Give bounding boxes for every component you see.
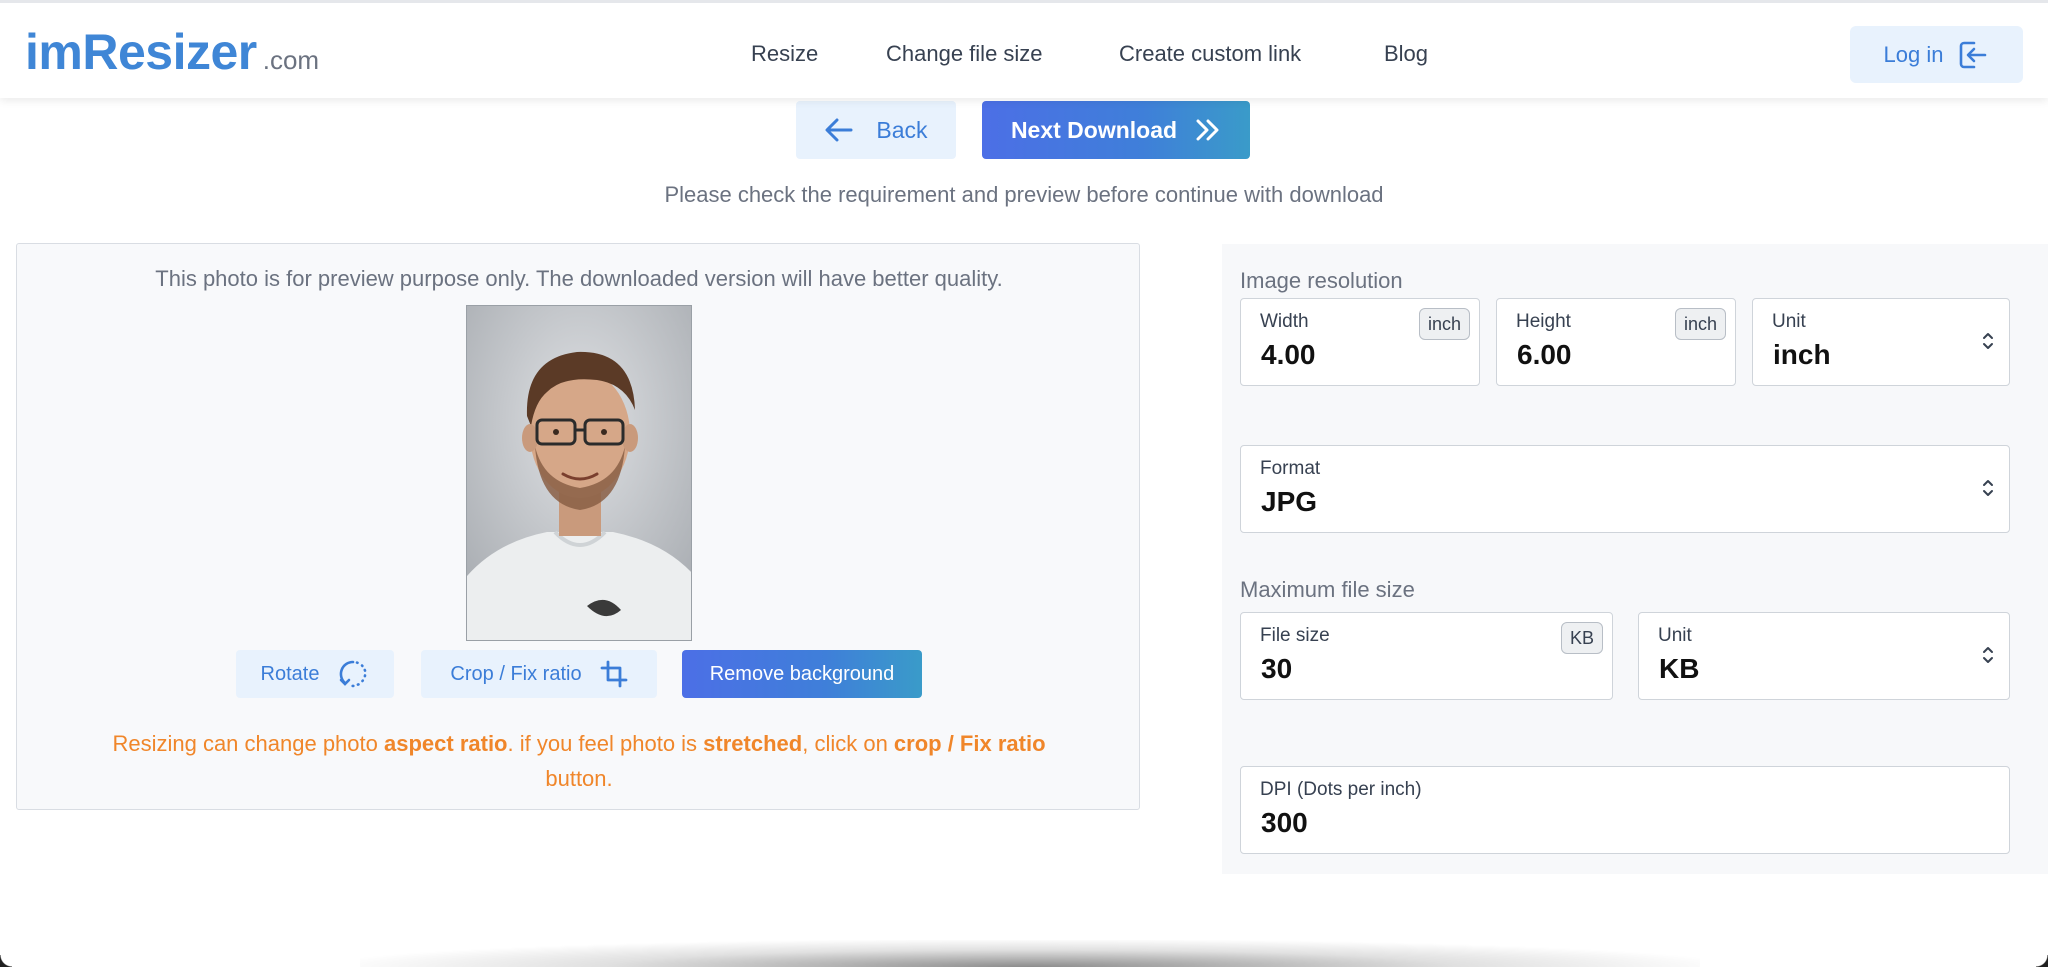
file-size-unit-badge: KB [1560,622,1603,654]
next-download-button[interactable]: Next Download [982,101,1250,159]
warning-text: Resizing can change photo [112,731,384,756]
window-corner-right [2036,955,2048,967]
resolution-unit-value: inch [1773,339,1831,370]
site-header: imResizer .com Resize Change file size Cr… [0,0,2048,98]
image-resolution-label: Image resolution [1240,268,1403,293]
width-label: Width [1260,311,1309,332]
width-value: 4.00 [1261,339,1316,370]
resolution-unit-select[interactable]: Unit inch [1752,298,2010,386]
file-size-unit-select[interactable]: Unit KB [1638,612,2010,700]
height-field[interactable]: Height 6.00 inch [1496,298,1736,386]
file-size-field[interactable]: File size 30 KB [1240,612,1613,700]
remove-background-button[interactable]: Remove background [682,650,922,698]
download-notice: Please check the requirement and preview… [664,182,1384,207]
nav-blog[interactable]: Blog [1384,41,1428,67]
double-chevron-right-icon [1196,119,1219,141]
dpi-field[interactable]: DPI (Dots per inch) 300 [1240,766,2010,854]
arrow-left-icon [825,118,853,142]
back-label: Back [876,116,928,143]
format-value: JPG [1261,486,1318,517]
format-select[interactable]: Format JPG [1240,445,2010,533]
select-updown-icon [1983,480,1993,496]
height-label: Height [1516,311,1571,332]
rotate-label: Rotate [260,662,320,685]
file-size-value: 30 [1261,653,1293,684]
back-button[interactable]: Back [796,101,956,159]
warning-text: button. [545,766,613,791]
warning-bold-aspect-ratio: aspect ratio [384,731,508,756]
photo-preview [466,305,692,641]
login-button[interactable]: Log in [1850,26,2023,83]
warning-bold-crop: crop / Fix ratio [893,731,1046,756]
height-value: 6.00 [1517,339,1572,370]
window-corner-left [0,955,12,967]
select-updown-icon [1983,333,1993,349]
nav-create-custom-link[interactable]: Create custom link [1119,41,1301,67]
window-shadow [360,940,1700,967]
warning-text: . if you feel photo is [507,731,704,756]
login-icon [1960,41,1987,68]
portrait-image [467,306,691,640]
rotate-icon [340,660,367,688]
format-label: Format [1260,458,1321,479]
rotate-button[interactable]: Rotate [236,650,394,698]
size-unit-label: Unit [1658,625,1692,646]
login-label: Log in [1883,41,1944,67]
crop-icon [600,660,627,688]
crop-label: Crop / Fix ratio [450,662,582,685]
width-unit-badge: inch [1418,308,1470,340]
next-download-label: Next Download [1010,116,1178,143]
photo-tools: Rotate Crop / Fix ratio Remove backgroun… [17,650,1141,698]
maximum-file-size-label: Maximum file size [1240,577,1415,602]
main-nav: Resize Change file size Create custom li… [0,41,2048,71]
file-size-label: File size [1260,625,1330,646]
dpi-label: DPI (Dots per inch) [1260,779,1422,800]
preview-note: This photo is for preview purpose only. … [155,266,1003,291]
nav-resize[interactable]: Resize [751,41,818,67]
dpi-value: 300 [1261,807,1308,838]
aspect-ratio-warning: Resizing can change photo aspect ratio. … [57,726,1101,796]
width-field[interactable]: Width 4.00 inch [1240,298,1480,386]
preview-panel: This photo is for preview purpose only. … [16,243,1140,810]
nav-change-file-size[interactable]: Change file size [886,41,1043,67]
warning-bold-stretched: stretched [703,731,803,756]
size-unit-value: KB [1659,653,1700,684]
height-unit-badge: inch [1674,308,1726,340]
resolution-unit-label: Unit [1772,311,1806,332]
crop-fix-ratio-button[interactable]: Crop / Fix ratio [421,650,657,698]
select-updown-icon [1983,647,1993,663]
warning-text: , click on [802,731,894,756]
settings-panel: Image resolution Width 4.00 inch Height … [1222,244,2048,874]
remove-bg-label: Remove background [709,662,895,685]
